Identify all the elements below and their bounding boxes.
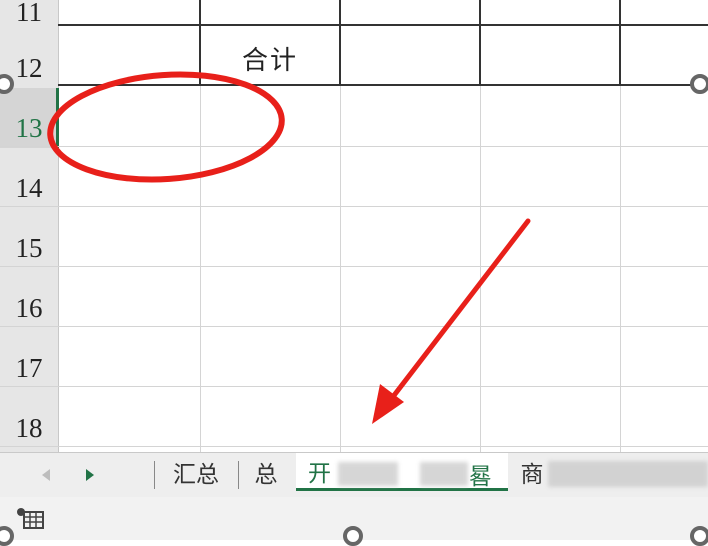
resize-handle[interactable] [690,74,708,94]
tab-label: 总 [254,462,278,488]
triangle-left-icon[interactable] [36,465,56,485]
gridline [0,146,708,147]
resize-handle[interactable] [690,526,708,546]
row-header-16[interactable]: 16 [0,268,58,328]
redacted-blur [338,462,398,486]
cell-total-label[interactable]: 合计 [200,28,340,88]
tab-separator [154,461,155,489]
tab-label: 商 [520,462,544,488]
row-header-18[interactable]: 18 [0,388,58,448]
sheet-tab-bar: 汇总 总 开 晷 商 [0,452,708,497]
table-border [58,24,708,26]
row-header-14[interactable]: 14 [0,148,58,208]
gridline [340,86,341,452]
row-number: 15 [15,233,43,263]
tab-summary[interactable]: 汇总 [158,453,234,491]
row-number: 16 [15,293,43,323]
row-number: 13 [15,113,43,143]
row-number: 17 [15,353,43,383]
redacted-blur [420,462,468,486]
row-number: 11 [16,0,42,27]
tab-active-sheet[interactable]: 开 晷 [296,453,508,491]
row-number: 18 [15,413,43,443]
sheet-view-icon[interactable] [14,505,46,535]
row-number: 14 [15,173,43,203]
resize-handle[interactable] [0,526,14,546]
resize-handle[interactable] [343,526,363,546]
redacted-blur [548,461,708,487]
tab-total[interactable]: 总 [242,453,290,491]
triangle-right-icon[interactable] [80,465,100,485]
spreadsheet-grid[interactable]: 11 12 13 14 15 16 17 18 合计 [0,0,708,452]
gridline [480,86,481,452]
gridline [0,326,708,327]
tab-separator [238,461,239,489]
table-border [479,0,481,86]
tab-label: 汇总 [173,462,219,488]
gridline [0,386,708,387]
tab-next-sheet[interactable]: 商 [512,453,552,491]
row-number: 12 [15,53,43,83]
gridline [620,86,621,452]
row-header-15[interactable]: 15 [0,208,58,268]
table-border [619,0,621,86]
row-header-13[interactable]: 13 [0,88,59,148]
tab-label-partial: 晷 [469,464,492,490]
row-header-17[interactable]: 17 [0,328,58,388]
gridline [0,446,708,447]
gridline [0,266,708,267]
tab-label: 开 [308,460,331,487]
gridline [200,86,201,452]
gridline [0,206,708,207]
table-border [58,84,708,86]
